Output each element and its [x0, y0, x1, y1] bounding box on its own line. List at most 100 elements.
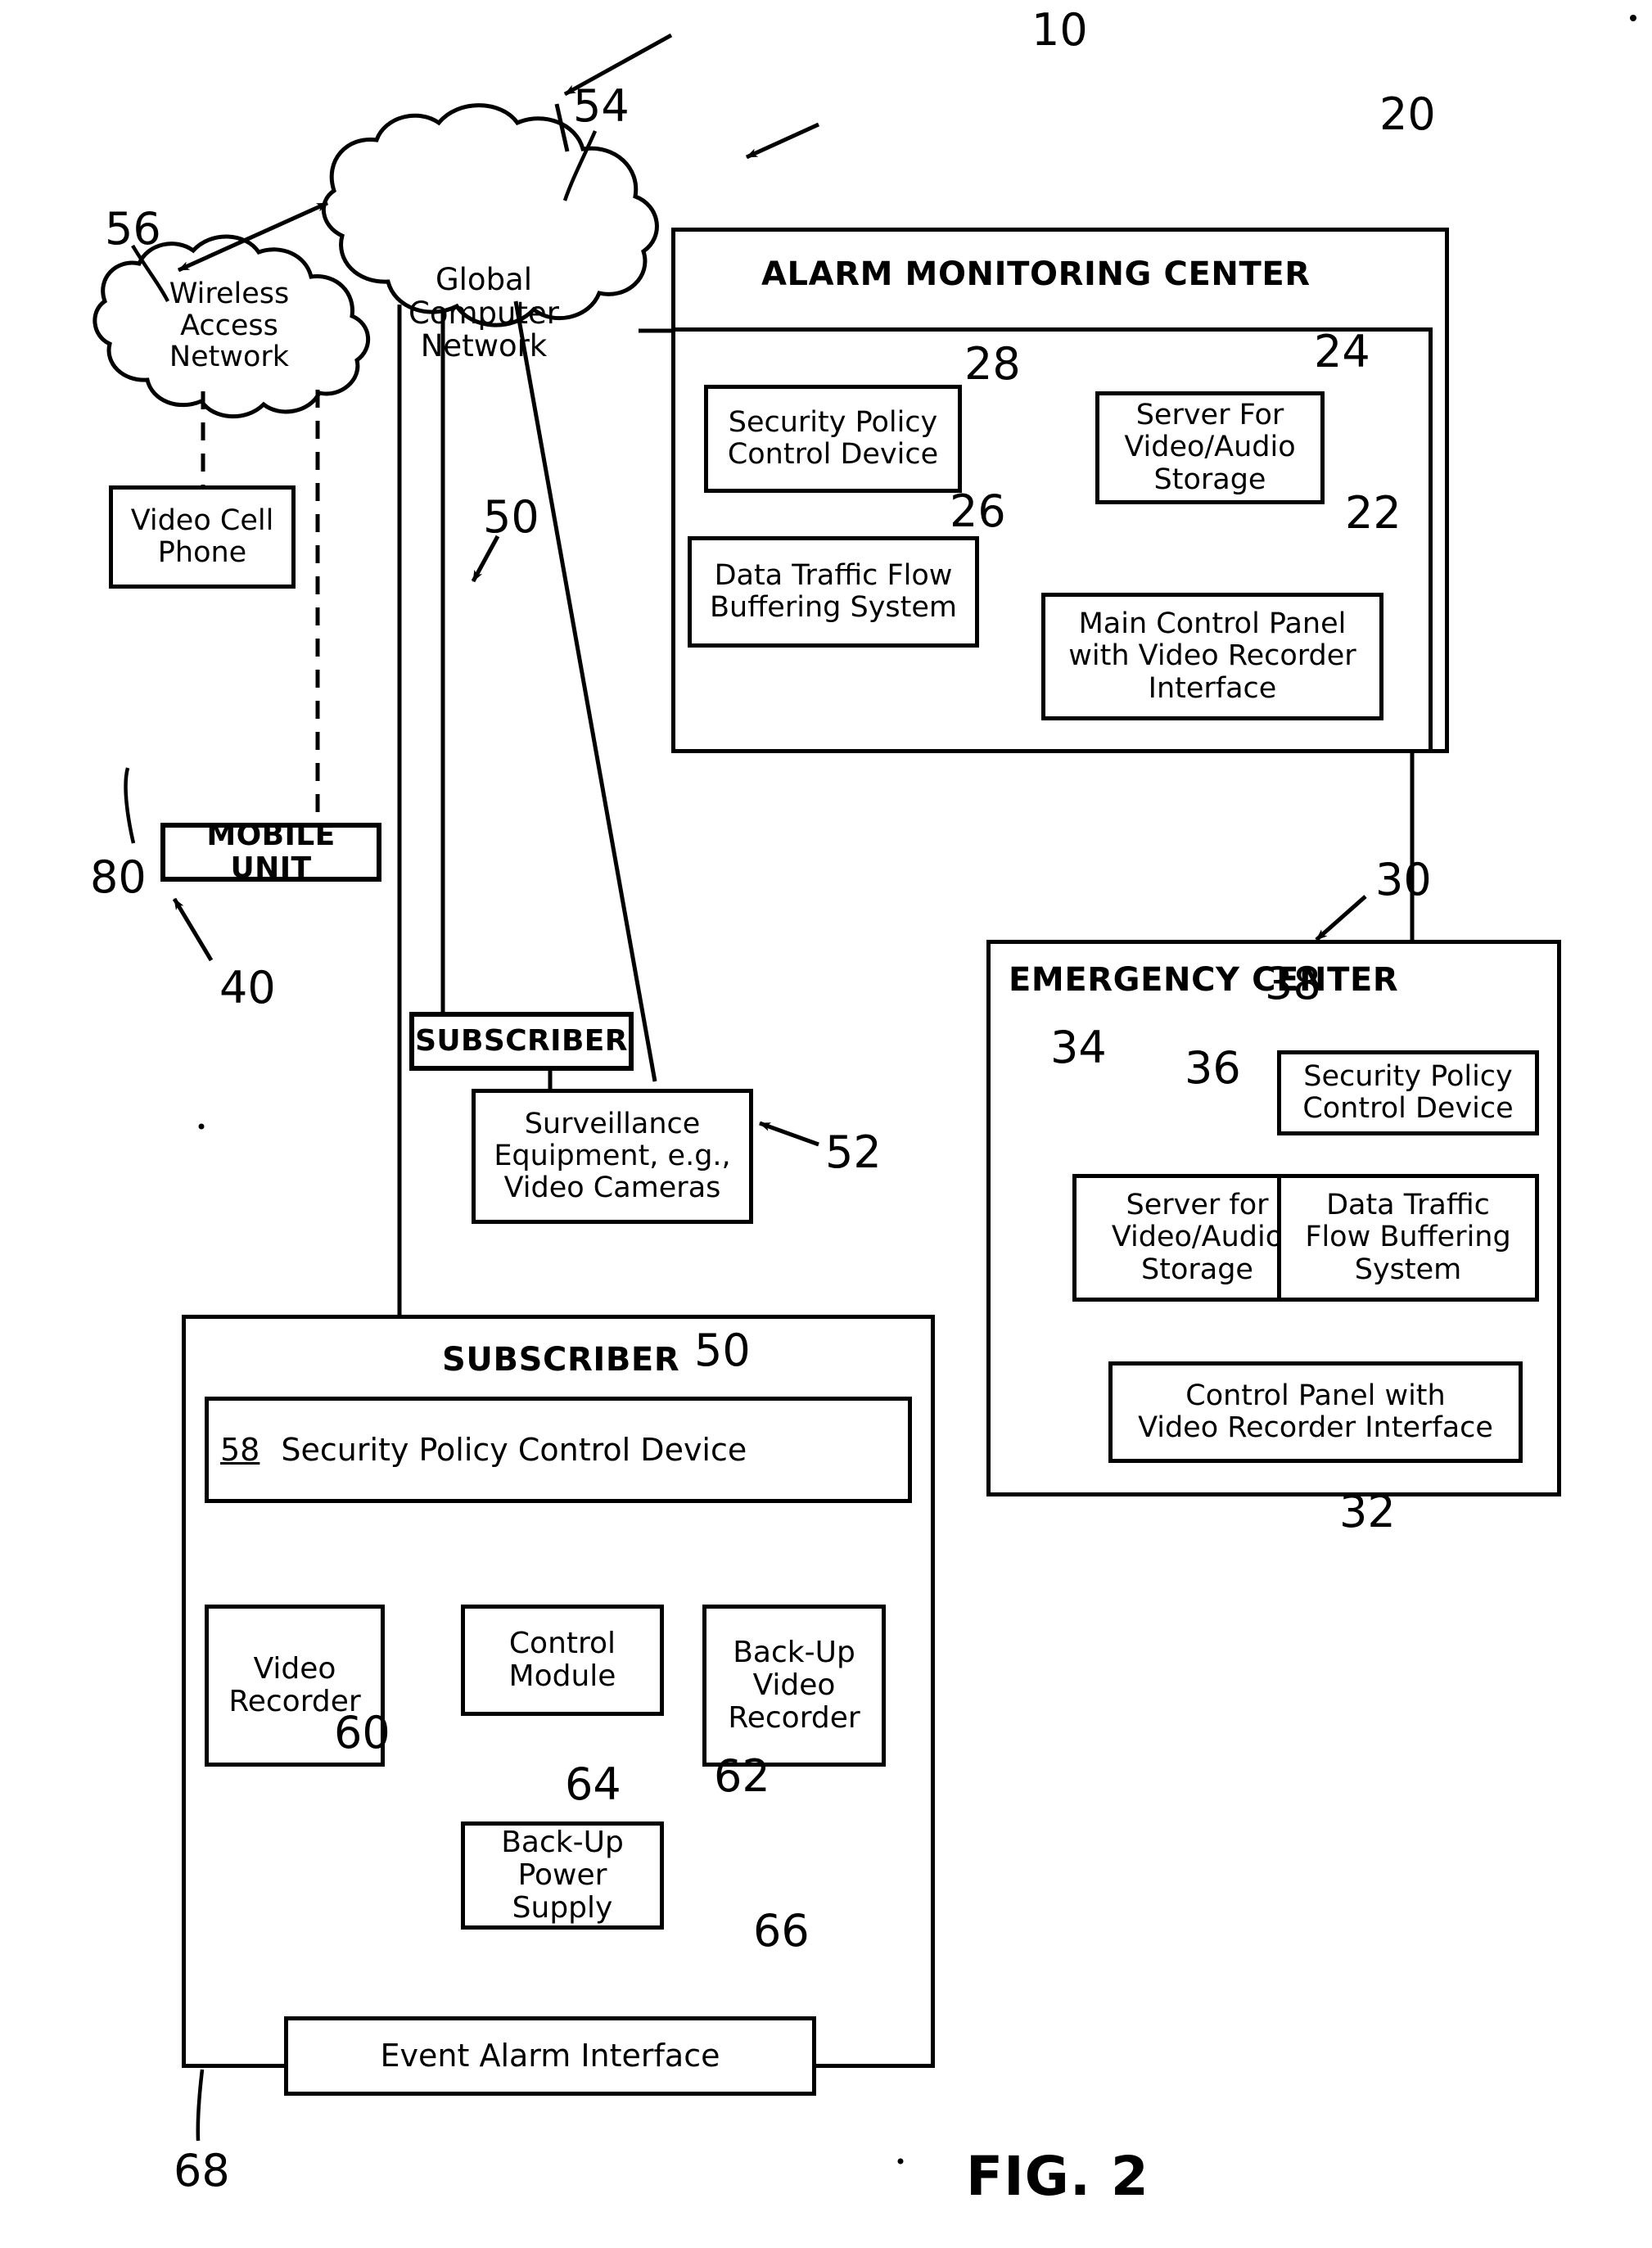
video-cell-phone-line1: Video Cell: [130, 503, 274, 537]
ref-30: 30: [1375, 854, 1432, 905]
ref-68: 68: [174, 2145, 230, 2196]
ref-50-main: 50: [694, 1325, 751, 1376]
leader-68: [196, 2069, 205, 2142]
ref-20: 20: [1379, 88, 1436, 140]
backup-power-line1: Back-Up: [501, 1825, 624, 1859]
ec-spcd-line2: Control Device: [1302, 1092, 1514, 1125]
patent-figure-2: Global Computer Network Wireless Access …: [0, 0, 1652, 2248]
subscriber-small-box: SUBSCRIBER: [409, 1012, 634, 1071]
video-recorder-line1: Video: [253, 1651, 336, 1686]
backup-video-recorder-line2: Video: [752, 1668, 836, 1702]
ref-26: 26: [950, 485, 1006, 537]
wan-line2: Access: [180, 309, 278, 342]
control-module-line2: Module: [508, 1659, 616, 1693]
subscriber-backup-power-supply: Back-Up Power Supply: [461, 1821, 664, 1930]
amc-server-line1: Server For: [1135, 399, 1284, 432]
backup-video-recorder-line1: Back-Up: [733, 1635, 855, 1669]
subscriber-event-alarm-interface: Event Alarm Interface: [284, 2016, 816, 2096]
ref-28: 28: [964, 338, 1021, 390]
amc-server-line3: Storage: [1153, 463, 1266, 496]
scan-speck-1: [198, 1123, 205, 1130]
scan-speck-4: [1630, 15, 1636, 21]
amc-data-traffic-flow-buffering-system: Data Traffic Flow Buffering System: [688, 536, 979, 648]
ref-62: 62: [714, 1750, 770, 1802]
ec-dtfbs-line2: Flow Buffering: [1305, 1221, 1511, 1254]
ec-server-line1: Server for: [1126, 1189, 1269, 1222]
gcn-line2: Computer: [408, 295, 559, 331]
amc-security-policy-control-device: Security Policy Control Device: [704, 385, 962, 493]
mobile-unit-box: MOBILE UNIT: [160, 819, 381, 885]
ref-40: 40: [219, 962, 276, 1013]
amc-mcp-line2: with Video Recorder: [1068, 639, 1356, 673]
ec-control-panel: Control Panel with Video Recorder Interf…: [1108, 1361, 1523, 1463]
leader-30: [1315, 895, 1367, 941]
leader-50-small: [471, 535, 500, 583]
amc-main-control-panel: Main Control Panel with Video Recorder I…: [1041, 593, 1383, 720]
subscriber-main-title: SUBSCRIBER: [442, 1341, 680, 1379]
amc-server-for-video-audio-storage: Server For Video/Audio Storage: [1095, 391, 1325, 504]
ref-22: 22: [1345, 487, 1401, 539]
ref-34: 34: [1050, 1022, 1107, 1073]
video-cell-phone-line2: Phone: [157, 536, 247, 569]
ec-spcd-line1: Security Policy: [1303, 1059, 1513, 1093]
gcn-line1: Global: [435, 262, 533, 297]
global-computer-network-label: Global Computer Network: [381, 262, 586, 364]
scan-speck-5: [897, 2158, 904, 2164]
gcn-line3: Network: [420, 328, 548, 364]
mobile-unit-label: MOBILE UNIT: [206, 818, 336, 885]
network-to-surveillance-line: [513, 300, 657, 1082]
figure-label: FIG. 2: [966, 2145, 1149, 2208]
amc-dtfbs-line1: Data Traffic Flow: [714, 558, 953, 592]
ec-dtfbs-line3: System: [1354, 1253, 1462, 1286]
ref-10: 10: [1031, 4, 1088, 56]
surveillance-equipment-box: Surveillance Equipment, e.g., Video Came…: [472, 1089, 753, 1224]
subscriber-control-module: Control Module: [461, 1605, 664, 1716]
ref-54: 54: [573, 80, 630, 132]
leader-20: [745, 122, 820, 160]
wan-line1: Wireless: [169, 278, 290, 310]
leader-80: [124, 767, 136, 844]
ec-server-line2: Video/Audio: [1111, 1221, 1284, 1254]
ref-38: 38: [1265, 958, 1321, 1009]
backup-power-line2: Power: [517, 1858, 607, 1892]
video-cell-phone-box: Video Cell Phone: [109, 485, 296, 589]
cloud-link-line: [177, 201, 329, 273]
event-alarm-interface-label: Event Alarm Interface: [380, 2038, 720, 2074]
subscriber-security-policy-control-device: 58 Security Policy Control Device: [205, 1397, 912, 1503]
surveillance-line2: Equipment, e.g.,: [494, 1139, 731, 1172]
backup-power-line3: Supply: [512, 1891, 613, 1925]
ec-cp-line1: Control Panel with: [1185, 1379, 1446, 1412]
ref-60: 60: [334, 1707, 390, 1758]
amc-spcd-line2: Control Device: [727, 438, 939, 471]
amc-spcd-line1: Security Policy: [728, 405, 938, 439]
amc-server-line2: Video/Audio: [1124, 431, 1296, 464]
wireless-access-network-label: Wireless Access Network: [124, 278, 334, 373]
leader-40: [172, 897, 214, 962]
leader-52: [759, 1121, 819, 1147]
subscriber-spcd-label: Security Policy Control Device: [281, 1431, 747, 1468]
ec-server-line3: Storage: [1141, 1253, 1253, 1286]
amc-mcp-line1: Main Control Panel: [1078, 607, 1347, 641]
alarm-monitoring-center-title: ALARM MONITORING CENTER: [761, 255, 1311, 293]
leader-54: [562, 130, 598, 201]
emergency-center-title: EMERGENCY CENTER: [1009, 961, 1399, 999]
ref-64: 64: [565, 1758, 621, 1810]
subscriber-small-label: SUBSCRIBER: [415, 1023, 628, 1058]
ref-50-small: 50: [483, 491, 539, 543]
surveillance-line1: Surveillance: [524, 1107, 701, 1140]
wan-line3: Network: [169, 341, 290, 373]
ref-24: 24: [1314, 326, 1370, 377]
ec-cp-line2: Video Recorder Interface: [1138, 1411, 1493, 1444]
subscriber-spcd-ref: 58: [220, 1431, 260, 1468]
amc-mcp-line3: Interface: [1148, 671, 1277, 705]
control-module-line1: Control: [508, 1626, 616, 1660]
ref-56: 56: [105, 203, 161, 255]
surveillance-line3: Video Cameras: [503, 1171, 721, 1205]
ref-52: 52: [825, 1126, 882, 1178]
amc-dtfbs-line2: Buffering System: [710, 591, 957, 624]
network-top-stub: [554, 103, 570, 152]
ec-data-traffic-flow-buffering-system: Data Traffic Flow Buffering System: [1277, 1174, 1539, 1302]
ec-security-policy-control-device: Security Policy Control Device: [1277, 1050, 1539, 1135]
backup-video-recorder-line3: Recorder: [728, 1701, 860, 1736]
ref-32: 32: [1339, 1486, 1396, 1537]
